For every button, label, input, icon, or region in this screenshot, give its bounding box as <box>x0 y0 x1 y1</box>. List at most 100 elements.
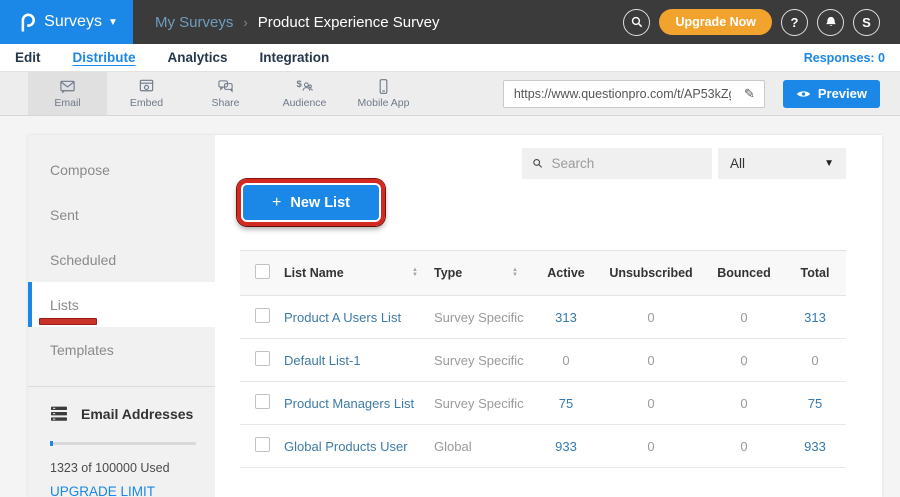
column-header-active: Active <box>534 266 598 280</box>
list-type: Survey Specific <box>434 396 524 411</box>
tab-edit[interactable]: Edit <box>15 50 41 65</box>
survey-url-input[interactable] <box>504 87 735 101</box>
row-checkbox[interactable] <box>255 437 270 452</box>
cell-name: Default List-1 <box>284 353 434 368</box>
cell-check <box>240 437 284 455</box>
tab-integration[interactable]: Integration <box>260 50 330 65</box>
mobile-icon <box>375 78 392 95</box>
channel-tab-label: Email <box>54 97 80 109</box>
row-checkbox[interactable] <box>255 394 270 409</box>
edit-url-pencil-icon[interactable]: ✎ <box>735 86 764 102</box>
sort-arrows-icon[interactable]: ▲▼ <box>412 268 418 278</box>
count-active[interactable]: 933 <box>555 439 577 454</box>
usage-progress-bar <box>50 442 196 445</box>
tab-distribute[interactable]: Distribute <box>73 50 136 65</box>
sidebar-item-scheduled[interactable]: Scheduled <box>28 237 215 282</box>
list-name-link[interactable]: Product A Users List <box>284 310 401 325</box>
channel-tab-audience[interactable]: $Audience <box>265 72 344 115</box>
column-header-total: Total <box>784 266 846 280</box>
count-unsubscribed: 0 <box>647 396 654 411</box>
list-type-filter[interactable]: All ▼ <box>718 148 846 179</box>
search-button[interactable] <box>623 9 650 36</box>
table-row: Product A Users List Survey Specific 313 0 0… <box>240 296 846 339</box>
count-bounced: 0 <box>740 353 747 368</box>
column-label: List Name <box>284 266 344 280</box>
new-list-button[interactable]: + New List <box>243 185 379 220</box>
cell-type: Survey Specific <box>434 310 534 325</box>
server-stack-icon <box>50 406 68 422</box>
svg-text:$: $ <box>296 79 302 90</box>
sidebar-item-label: Sent <box>50 207 79 223</box>
table-row: Product Managers ListSurvey Specific7500… <box>240 382 846 425</box>
column-label: Bounced <box>717 266 770 280</box>
channel-tab-email[interactable]: Email <box>28 72 107 115</box>
channel-tab-share[interactable]: Share <box>186 72 265 115</box>
sidebar-item-compose[interactable]: Compose <box>28 147 215 192</box>
search-icon <box>630 15 644 29</box>
sort-arrows-icon[interactable]: ▲▼ <box>512 268 518 278</box>
count-active[interactable]: 75 <box>559 396 573 411</box>
row-checkbox[interactable] <box>255 308 270 323</box>
breadcrumb-my-surveys[interactable]: My Surveys <box>155 14 233 31</box>
list-type: Global <box>434 439 472 454</box>
annotation-red-ring: + New List <box>237 179 385 226</box>
cell-name: Product A Users List <box>284 310 434 325</box>
count-unsubscribed: 0 <box>647 310 654 325</box>
chevron-down-icon: ▼ <box>824 158 834 169</box>
tab-analytics[interactable]: Analytics <box>168 50 228 65</box>
list-name-link[interactable]: Product Managers List <box>284 396 414 411</box>
account-avatar[interactable]: S <box>853 9 880 36</box>
questionpro-logo-icon <box>15 12 36 33</box>
help-button[interactable]: ? <box>781 9 808 36</box>
sidebar-item-label: Lists <box>50 297 79 313</box>
audience-icon: $ <box>296 78 313 95</box>
column-label: Total <box>801 266 830 280</box>
cell-unsubscribed: 0 <box>598 396 704 411</box>
cell-check <box>240 351 284 369</box>
column-header-unsubscribed: Unsubscribed <box>598 266 704 280</box>
column-label: Type <box>434 266 462 280</box>
responses-count[interactable]: Responses: 0 <box>804 51 885 65</box>
column-header-bounced: Bounced <box>704 266 784 280</box>
count-total[interactable]: 933 <box>804 439 826 454</box>
upgrade-now-button[interactable]: Upgrade Now <box>659 9 772 35</box>
survey-url-box: ✎ <box>503 80 765 108</box>
breadcrumb: My Surveys › Product Experience Survey <box>155 14 439 31</box>
lists-main: All ▼ + New List List Name ▲▼ Type ▲▼ Active… <box>215 135 883 497</box>
list-name-link[interactable]: Global Products User <box>284 439 408 454</box>
plus-icon: + <box>272 194 281 212</box>
sidebar-item-sent[interactable]: Sent <box>28 192 215 237</box>
cell-active: 0 <box>534 353 598 368</box>
count-active[interactable]: 313 <box>555 310 577 325</box>
column-header-type: Type ▲▼ <box>434 266 534 280</box>
channel-tab-mobile-app[interactable]: Mobile App <box>344 72 423 115</box>
upgrade-limit-link[interactable]: UPGRADE LIMIT <box>50 484 195 497</box>
product-menu-label: Surveys <box>44 13 102 31</box>
search-icon <box>532 157 544 170</box>
count-active: 0 <box>562 353 569 368</box>
list-name-link[interactable]: Default List-1 <box>284 353 361 368</box>
select-all-checkbox[interactable] <box>255 264 270 279</box>
embed-icon <box>138 78 155 95</box>
sidebar-item-templates[interactable]: Templates <box>28 327 215 372</box>
cell-bounced: 0 <box>704 439 784 454</box>
preview-button[interactable]: Preview <box>783 80 880 108</box>
count-bounced: 0 <box>740 310 747 325</box>
cell-total: 75 <box>784 396 846 411</box>
annotation-red-underline <box>39 318 97 325</box>
share-icon <box>217 78 234 95</box>
list-search-input[interactable] <box>552 156 702 171</box>
email-addresses-panel: Email Addresses 1323 of 100000 Used UPGR… <box>28 387 215 497</box>
surveys-product-menu[interactable]: Surveys ▼ <box>0 0 133 44</box>
email-sidebar: Compose Sent Scheduled Lists Templates <box>28 135 215 497</box>
channel-tab-embed[interactable]: Embed <box>107 72 186 115</box>
cell-unsubscribed: 0 <box>598 353 704 368</box>
cell-active: 75 <box>534 396 598 411</box>
column-label: Active <box>547 266 585 280</box>
sidebar-item-lists[interactable]: Lists <box>28 282 215 327</box>
row-checkbox[interactable] <box>255 351 270 366</box>
count-total[interactable]: 313 <box>804 310 826 325</box>
count-total[interactable]: 75 <box>808 396 822 411</box>
count-unsubscribed: 0 <box>647 439 654 454</box>
notifications-button[interactable] <box>817 9 844 36</box>
